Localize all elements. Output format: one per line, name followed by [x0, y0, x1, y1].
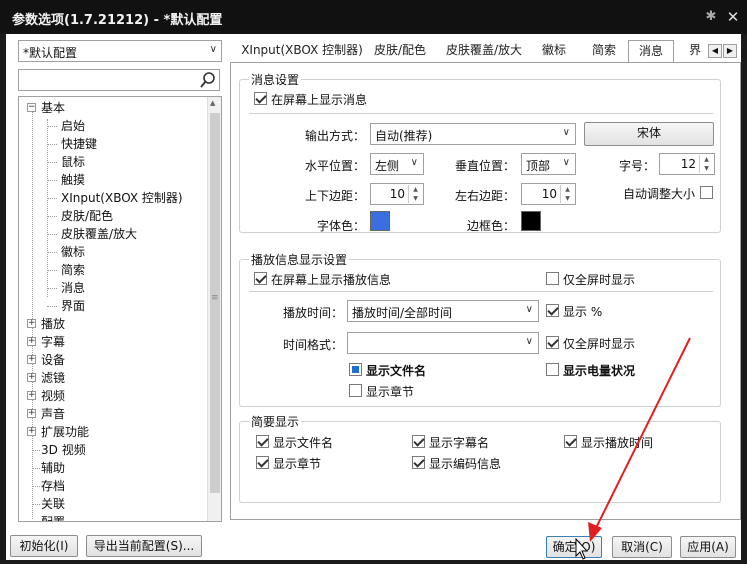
annotation-arrow	[588, 337, 691, 542]
settings-window: 参数选项(1.7.21212) - *默认配置 ✱ ✕ *默认配置 ∨ − 基本…	[0, 0, 747, 564]
cursor-icon	[575, 538, 589, 560]
